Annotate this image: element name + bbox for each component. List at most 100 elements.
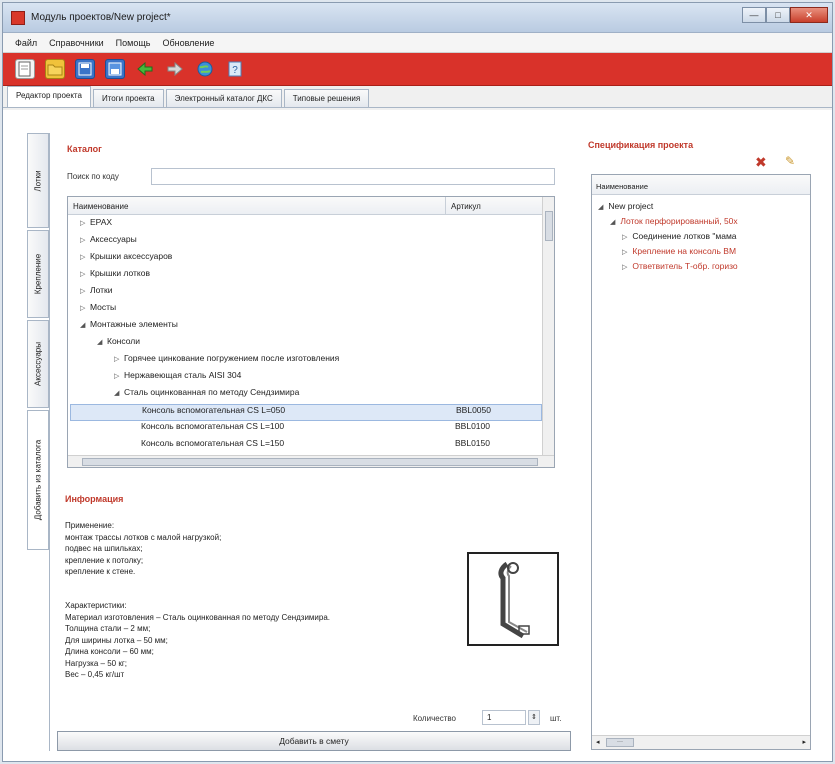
globe-icon[interactable] [195,59,215,79]
row-text: Консоль вспомогательная CS L=050 [142,405,286,415]
edit-pencil-icon[interactable]: ✎ [785,154,795,168]
catalog-row[interactable]: ▷ Лотки [70,285,542,302]
menu-references[interactable]: Справочники [43,38,110,48]
catalog-row[interactable]: ◢ Монтажные элементы [70,319,542,336]
expanded-arrow-icon[interactable]: ◢ [80,321,90,329]
menu-help[interactable]: Помощь [110,38,157,48]
collapsed-arrow-icon[interactable]: ▷ [622,249,627,256]
collapsed-arrow-icon[interactable]: ▷ [622,264,627,271]
characteristic-line: Материал изготовления – Сталь оцинкованн… [65,612,331,622]
expanded-arrow-icon[interactable]: ◢ [610,219,615,226]
info-title: Информация [65,494,124,504]
catalog-row[interactable]: ◢ Сталь оцинкованная по методу Сендзимира [70,387,542,404]
catalog-title: Каталог [67,144,102,154]
catalog-row[interactable]: ▷ Мосты [70,302,542,319]
catalog-row-label: ▷ EPAX [70,217,112,227]
catalog-row[interactable]: ▷ Нержавеющая сталь AISI 304 [70,370,542,387]
vtab-trays-label: Лотки [33,169,43,192]
title-bar: Модуль проектов/New project* — □ ✕ [3,3,832,33]
vtab-accessories[interactable]: Аксессуары [27,320,49,408]
catalog-row-label: ◢ Монтажные элементы [70,319,178,329]
import-icon[interactable] [165,59,185,79]
maximize-button[interactable]: □ [766,7,790,23]
specs-title: Характеристики: [65,601,127,610]
quantity-input[interactable]: 1 [482,710,526,725]
quantity-stepper[interactable]: ⇕ [528,710,540,725]
catalog-row-label: ▷ Лотки [70,285,112,295]
menu-file[interactable]: Файл [9,38,43,48]
tab-catalog[interactable]: Электронный каталог ДКС [165,89,282,107]
collapsed-arrow-icon[interactable]: ▷ [80,236,90,244]
catalog-row[interactable]: ▷ Аксессуары [70,234,542,251]
spec-horizontal-scrollbar[interactable]: ◂ ··· ▸ [592,735,810,749]
expanded-arrow-icon[interactable]: ◢ [97,338,107,346]
collapsed-arrow-icon[interactable]: ▷ [114,355,124,363]
vertical-scrollbar[interactable] [542,197,554,467]
scroll-right-icon[interactable]: ▸ [802,738,806,746]
catalog-row[interactable]: ▷ Горячее цинкование погружением после из… [70,353,542,370]
catalog-row[interactable]: ◢ Консоли [70,336,542,353]
catalog-row-label: ▷ Нержавеющая сталь AISI 304 [70,370,241,380]
catalog-row[interactable]: ▷ EPAX [70,217,542,234]
tab-project-results[interactable]: Итоги проекта [92,89,164,107]
open-folder-icon[interactable] [45,59,65,79]
column-name[interactable]: Наименование [73,202,128,211]
catalog-row[interactable]: Консоль вспомогательная CS L=050 BBL0050 [70,404,542,421]
vtab-fastening[interactable]: Крепление [27,230,49,318]
collapsed-arrow-icon[interactable]: ▷ [622,234,627,241]
expanded-arrow-icon[interactable]: ◢ [114,389,124,397]
export-icon[interactable] [135,59,155,79]
collapsed-arrow-icon[interactable]: ▷ [80,270,90,278]
svg-text:?: ? [232,65,238,76]
menu-update[interactable]: Обновление [156,38,220,48]
delete-icon[interactable]: ✖ [755,154,767,171]
collapsed-arrow-icon[interactable]: ▷ [80,253,90,261]
vtab-add-from-catalog[interactable]: Добавить из каталога [27,410,49,550]
scroll-thumb-h[interactable] [82,458,538,466]
main-tabs: Редактор проекта Итоги проекта Электронн… [3,86,832,108]
catalog-row[interactable]: ▷ Крышки аксессуаров [70,251,542,268]
window-title: Модуль проектов/New project* [31,12,171,23]
catalog-row-label: ▷ Горячее цинкование погружением после из… [70,353,339,363]
collapsed-arrow-icon[interactable]: ▷ [114,372,124,380]
spec-row[interactable]: ▷ Ответвитель Т-обр. горизо [622,261,738,271]
scroll-left-icon[interactable]: ◂ [596,738,600,746]
horizontal-scrollbar[interactable] [68,455,554,467]
add-to-estimate-button[interactable]: Добавить в смету [57,731,571,751]
expanded-arrow-icon[interactable]: ◢ [598,204,603,211]
spec-column-name[interactable]: Наименование [592,175,810,195]
catalog-row[interactable]: ▷ Крышки лотков [70,268,542,285]
row-text: Горячее цинкование погружением после изг… [124,353,340,363]
close-button[interactable]: ✕ [790,7,828,23]
catalog-row-label: ▷ Крышки аксессуаров [70,251,172,261]
search-label: Поиск по коду [67,172,119,181]
row-text: Консоль вспомогательная CS L=150 [141,438,285,448]
spec-row[interactable]: ◢ New project [598,201,653,211]
quantity-label: Количество [413,714,456,723]
spec-row-label: Крепление на консоль BM [632,246,737,256]
collapsed-arrow-icon[interactable]: ▷ [80,287,90,295]
spec-row[interactable]: ◢ Лоток перфорированный, 50х [610,216,738,226]
row-text: Мосты [90,302,117,312]
catalog-row[interactable]: Консоль вспомогательная CS L=150 BBL0150 [70,438,542,455]
catalog-row[interactable]: Консоль вспомогательная CS L=100 BBL0100 [70,421,542,438]
save-icon[interactable] [75,59,95,79]
new-document-icon[interactable] [15,59,35,79]
spec-row[interactable]: ▷ Соединение лотков "мама [622,231,737,241]
tab-project-editor[interactable]: Редактор проекта [7,86,91,107]
search-input[interactable] [151,168,555,185]
catalog-row-label: ▷ Аксессуары [70,234,137,244]
collapsed-arrow-icon[interactable]: ▷ [80,304,90,312]
tab-standard-solutions[interactable]: Типовые решения [283,89,370,107]
scroll-thumb[interactable] [545,211,553,241]
collapsed-arrow-icon[interactable]: ▷ [80,219,90,227]
spec-row[interactable]: ▷ Крепление на консоль BM [622,246,736,256]
vtab-trays[interactable]: Лотки [27,133,49,228]
row-text: Консоль вспомогательная CS L=100 [141,421,285,431]
save-as-icon[interactable] [105,59,125,79]
help-icon[interactable]: ? [225,59,245,79]
purpose-line: подвес на шпильках; [65,544,143,553]
column-article[interactable]: Артикул [451,202,481,211]
minimize-button[interactable]: — [742,7,766,23]
spec-scroll-thumb[interactable]: ··· [606,738,634,747]
